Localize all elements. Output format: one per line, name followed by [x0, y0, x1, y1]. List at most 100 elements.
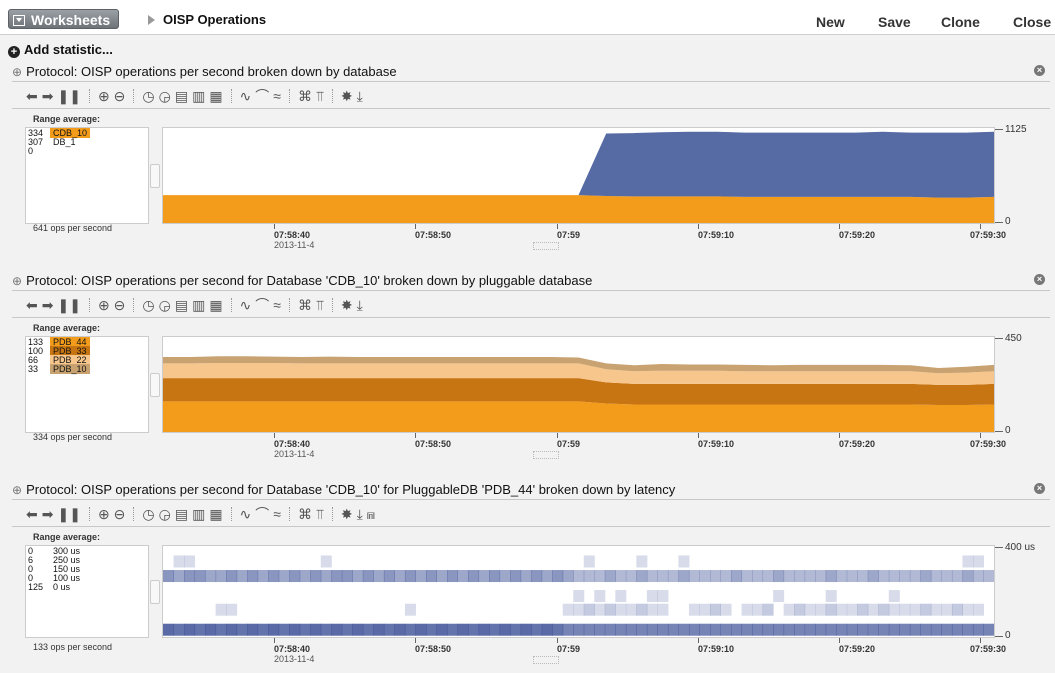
worksheets-button[interactable]: Worksheets — [8, 9, 120, 29]
close-button[interactable]: Close — [1013, 14, 1051, 30]
area-chart-icon[interactable]: ⌒ — [255, 88, 269, 104]
x-tick-label: 07:58:40 — [274, 644, 311, 654]
heatmap-cell — [499, 570, 511, 583]
move-icon[interactable]: ⊕ — [12, 483, 22, 497]
line-chart-icon[interactable]: ∿ — [240, 297, 252, 313]
collapse-icon[interactable]: ⌘ — [298, 88, 312, 104]
back-icon[interactable]: ⬅ — [26, 506, 38, 522]
chart-area — [162, 545, 995, 638]
time-forward-icon[interactable]: ◶ — [159, 297, 171, 313]
pause-icon[interactable]: ❚❚ — [57, 297, 80, 313]
zoom-in-icon[interactable]: ⊕ — [98, 88, 110, 104]
palette-icon[interactable]: ✸ — [341, 297, 353, 313]
line-chart-icon[interactable]: ∿ — [240, 88, 252, 104]
x-tick-label: 07:59:30 — [970, 644, 1007, 654]
toolbar-separator — [288, 507, 291, 521]
stacked-chart-icon[interactable]: ≈ — [273, 88, 281, 104]
resize-handle[interactable] — [150, 373, 160, 397]
time-scroll-handle[interactable] — [533, 242, 559, 250]
move-icon[interactable]: ⊕ — [12, 274, 22, 288]
grid-icon[interactable]: ▦ — [209, 88, 222, 104]
legend-item[interactable]: 0 — [28, 147, 146, 156]
close-panel-icon[interactable]: × — [1034, 65, 1045, 76]
heatmap-cell — [899, 623, 911, 636]
legend-item[interactable]: 0 150 us — [28, 565, 146, 574]
stacked-chart-icon[interactable]: ≈ — [273, 297, 281, 313]
table-icon[interactable]: ▤ — [175, 88, 188, 104]
zoom-in-icon[interactable]: ⊕ — [98, 506, 110, 522]
time-forward-icon[interactable]: ◶ — [159, 88, 171, 104]
add-statistic-button[interactable]: + Add statistic... — [8, 42, 113, 58]
zoom-out-icon[interactable]: ⊖ — [114, 506, 126, 522]
y-axis-min: 0 — [1005, 425, 1011, 436]
zoom-in-icon[interactable]: ⊕ — [98, 297, 110, 313]
forward-icon[interactable]: ➡ — [42, 88, 54, 104]
x-tick-mark — [698, 224, 699, 229]
stacked-chart-icon[interactable]: ≈ — [273, 506, 281, 522]
legend-item[interactable]: 334 CDB_10 — [28, 128, 146, 138]
legend-item[interactable]: 307 DB_1 — [28, 138, 146, 147]
heatmap-cell — [478, 570, 490, 583]
close-panel-icon[interactable]: × — [1034, 274, 1045, 285]
close-panel-icon[interactable]: × — [1034, 483, 1045, 494]
heatmap-cell — [878, 570, 890, 583]
palette-icon[interactable]: ✸ — [341, 506, 353, 522]
heatmap-cell — [972, 555, 984, 568]
heatmap-cell — [678, 570, 690, 583]
area-chart-icon[interactable]: ⌒ — [255, 297, 269, 313]
histogram-icon[interactable]: ⩎ — [367, 506, 375, 522]
new-button[interactable]: New — [816, 14, 845, 30]
drill-icon[interactable]: ⫪ — [316, 88, 324, 104]
heatmap-cell — [720, 623, 732, 636]
legend-item[interactable]: 0 300 us — [28, 547, 146, 556]
download-icon[interactable]: ⤓ — [357, 297, 363, 313]
divider — [12, 317, 1050, 318]
time-back-icon[interactable]: ◷ — [142, 297, 154, 313]
forward-icon[interactable]: ➡ — [42, 297, 54, 313]
resize-handle[interactable] — [150, 580, 160, 604]
x-tick-mark — [698, 433, 699, 438]
zoom-out-icon[interactable]: ⊖ — [114, 88, 126, 104]
palette-icon[interactable]: ✸ — [341, 88, 353, 104]
heatmap-cell — [173, 623, 185, 636]
save-button[interactable]: Save — [878, 14, 911, 30]
zoom-out-icon[interactable]: ⊖ — [114, 297, 126, 313]
time-forward-icon[interactable]: ◶ — [159, 506, 171, 522]
download-icon[interactable]: ⤓ — [357, 506, 363, 522]
forward-icon[interactable]: ➡ — [42, 506, 54, 522]
time-back-icon[interactable]: ◷ — [142, 88, 154, 104]
table-alt-icon[interactable]: ▥ — [192, 506, 205, 522]
legend-item[interactable]: 6 250 us — [28, 556, 146, 565]
drill-icon[interactable]: ⫪ — [316, 297, 324, 313]
area-chart-icon[interactable]: ⌒ — [255, 506, 269, 522]
heatmap-cell — [909, 623, 921, 636]
grid-icon[interactable]: ▦ — [209, 506, 222, 522]
download-icon[interactable]: ⤓ — [357, 88, 363, 104]
move-icon[interactable]: ⊕ — [12, 65, 22, 79]
legend-item[interactable]: 33 PDB_10 — [28, 364, 146, 374]
time-scroll-handle[interactable] — [533, 451, 559, 459]
pause-icon[interactable]: ❚❚ — [57, 506, 80, 522]
back-icon[interactable]: ⬅ — [26, 297, 38, 313]
legend-item[interactable]: 125 0 us — [28, 583, 146, 592]
time-scroll-handle[interactable] — [533, 656, 559, 664]
heatmap-cell — [257, 623, 269, 636]
collapse-icon[interactable]: ⌘ — [298, 506, 312, 522]
heatmap-cell — [531, 570, 543, 583]
table-alt-icon[interactable]: ▥ — [192, 297, 205, 313]
table-alt-icon[interactable]: ▥ — [192, 88, 205, 104]
grid-icon[interactable]: ▦ — [209, 297, 222, 313]
legend-item[interactable]: 0 100 us — [28, 574, 146, 583]
toolbar-separator — [133, 507, 135, 521]
back-icon[interactable]: ⬅ — [26, 88, 38, 104]
table-icon[interactable]: ▤ — [175, 506, 188, 522]
x-tick-label: 07:59:20 — [839, 439, 876, 449]
clone-button[interactable]: Clone — [941, 14, 980, 30]
table-icon[interactable]: ▤ — [175, 297, 188, 313]
collapse-icon[interactable]: ⌘ — [298, 297, 312, 313]
line-chart-icon[interactable]: ∿ — [240, 506, 252, 522]
drill-icon[interactable]: ⫪ — [316, 506, 324, 522]
resize-handle[interactable] — [150, 164, 160, 188]
pause-icon[interactable]: ❚❚ — [57, 88, 80, 104]
time-back-icon[interactable]: ◷ — [142, 506, 154, 522]
